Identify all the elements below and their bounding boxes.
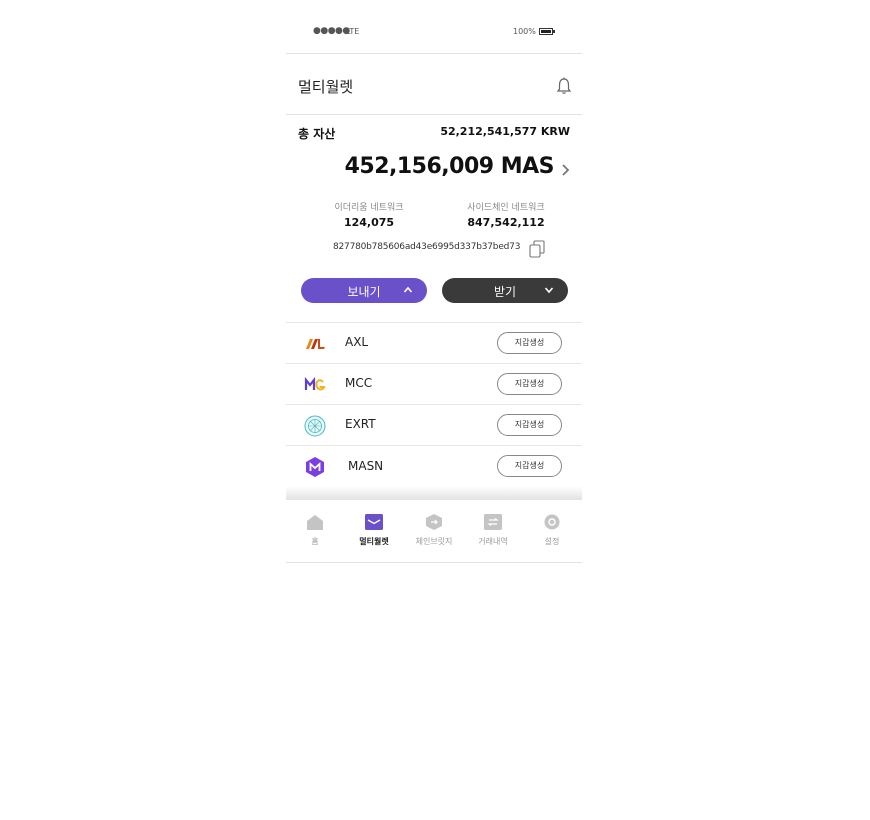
coin-name: MCC: [345, 376, 373, 390]
coin-name: MASN: [348, 459, 384, 473]
sidechain-network-label: 사이드체인 네트워크: [467, 203, 545, 213]
coin-item-axl[interactable]: AXL 지갑생성: [286, 322, 582, 363]
mcc-logo-icon: [304, 376, 326, 391]
create-wallet-button[interactable]: 지갑생성: [497, 455, 562, 477]
tab-settings[interactable]: 설정: [522, 514, 582, 547]
battery-percent: 100%: [513, 27, 536, 36]
copy-icon[interactable]: [529, 240, 545, 258]
page-title: 멀티월렛: [298, 78, 354, 96]
axl-logo-icon: [306, 339, 325, 349]
mas-balance: 452,156,009 MAS: [344, 154, 555, 179]
coin-item-exrt[interactable]: EXRT 지갑생성: [286, 404, 582, 445]
battery-icon: [539, 28, 555, 35]
phone-screen: ●●●●● LTE 100% 멀티월렛 총 자산 52,212,541,577 …: [286, 10, 582, 563]
send-button[interactable]: 보내기: [301, 278, 427, 303]
tab-settings-label: 설정: [544, 537, 560, 546]
ethereum-network-label: 이더리움 네트워크: [334, 203, 404, 213]
coin-item-mcc[interactable]: MCC 지갑생성: [286, 363, 582, 404]
exrt-logo-icon: [304, 415, 326, 437]
tab-chain-bridge[interactable]: 체인브릿지: [404, 514, 464, 547]
tab-home-label: 홈: [311, 537, 319, 546]
bottom-tab-bar: 홈 멀티월렛 체인브릿지 거래내역 설정: [286, 500, 582, 563]
chevron-right-icon[interactable]: [560, 163, 570, 177]
home-icon: [307, 515, 323, 530]
coin-item-masn[interactable]: MASN 지갑생성: [286, 445, 582, 487]
bell-icon[interactable]: [556, 77, 572, 95]
tab-chain-bridge-label: 체인브릿지: [415, 537, 453, 546]
app-header: 멀티월렛: [286, 54, 582, 115]
receive-button[interactable]: 받기: [442, 278, 568, 303]
total-assets-label: 총 자산: [298, 127, 336, 141]
sidechain-network-value: 847,542,112: [467, 216, 545, 229]
total-assets-krw: 52,212,541,577 KRW: [440, 125, 570, 138]
coin-name: EXRT: [345, 417, 376, 431]
coin-name: AXL: [345, 335, 369, 349]
chevron-down-icon: [544, 287, 554, 294]
masn-logo-icon: [306, 457, 324, 477]
ethereum-network-value: 124,075: [343, 216, 395, 229]
status-bar: ●●●●● LTE 100%: [286, 10, 582, 54]
tab-transactions[interactable]: 거래내역: [463, 514, 523, 547]
tab-transactions-label: 거래내역: [478, 537, 508, 546]
signal-indicator: ●●●●●: [313, 26, 350, 36]
total-assets-row: 총 자산 52,212,541,577 KRW: [286, 115, 582, 149]
coin-list: AXL 지갑생성 MCC 지갑생성 EXRT 지갑생성 MASN 지갑생성: [286, 322, 582, 487]
sidechain-network: 사이드체인 네트워크 847,542,112: [446, 200, 566, 229]
tab-multiwallet[interactable]: 멀티월렛: [344, 514, 404, 547]
settings-icon: [544, 514, 560, 530]
create-wallet-button[interactable]: 지갑생성: [497, 332, 562, 354]
chain-bridge-icon: [426, 514, 442, 530]
transactions-icon: [484, 514, 502, 530]
network-type: LTE: [346, 27, 360, 36]
tab-home[interactable]: 홈: [285, 514, 345, 547]
ethereum-network: 이더리움 네트워크 124,075: [309, 200, 429, 229]
wallet-icon: [365, 514, 383, 530]
wallet-address: 827780b785606ad43e6995d337b37bed73: [333, 242, 521, 252]
create-wallet-button[interactable]: 지갑생성: [497, 373, 562, 395]
create-wallet-button[interactable]: 지갑생성: [497, 414, 562, 436]
chevron-up-icon: [403, 286, 413, 293]
tab-multiwallet-label: 멀티월렛: [359, 537, 389, 546]
tabbar-shadow: [286, 486, 582, 500]
